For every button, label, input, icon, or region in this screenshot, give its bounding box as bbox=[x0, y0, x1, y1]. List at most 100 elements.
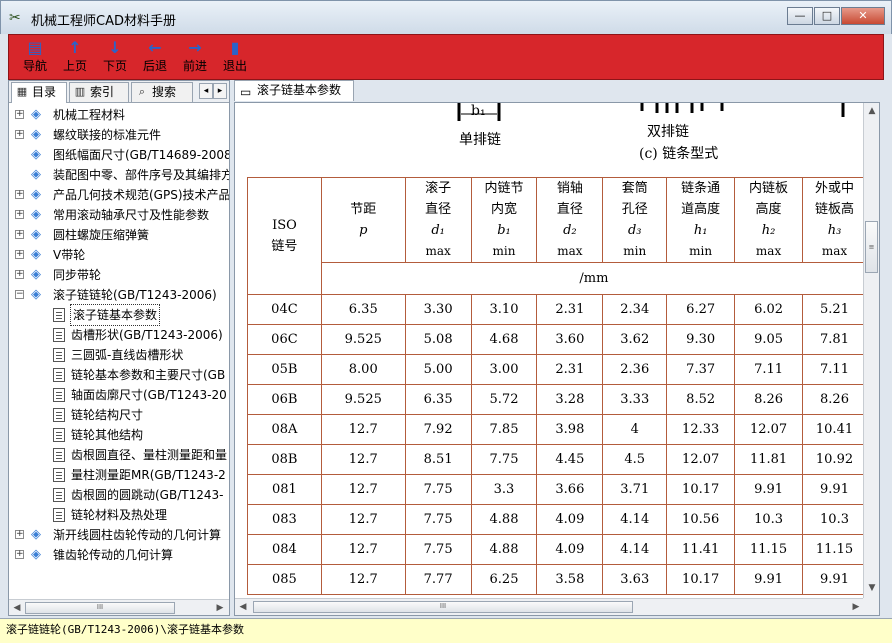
exit-label: 退出 bbox=[222, 59, 247, 73]
tree-item[interactable]: 链轮材料及热处理 bbox=[9, 505, 229, 525]
tab-contents[interactable]: ▦ 目录 bbox=[11, 82, 67, 103]
tree-item[interactable]: 链轮基本参数和主要尺寸(GB bbox=[9, 365, 229, 385]
expand-icon[interactable]: + bbox=[15, 130, 24, 139]
column-limit: min bbox=[623, 244, 647, 258]
forward-button[interactable]: → 前进 bbox=[175, 38, 215, 74]
tree-item[interactable]: − ◈ 滚子链链轮(GB/T1243-2006) bbox=[9, 285, 229, 305]
table-row: 08A 12.7 7.92 7.85 3.98 4 12.33 12.07 10.41 bbox=[247, 414, 867, 445]
expand-icon[interactable]: + bbox=[15, 550, 24, 559]
tree-item[interactable]: + ◈ 渐开线圆柱齿轮传动的几何计算 bbox=[9, 525, 229, 545]
value-cell: 5.08 bbox=[404, 324, 472, 355]
value-cell: 7.85 bbox=[470, 414, 538, 445]
column-symbol: h₁ bbox=[693, 223, 708, 238]
scroll-right-icon[interactable]: ▶ bbox=[213, 601, 227, 615]
tree-item-label: 链轮其他结构 bbox=[71, 428, 144, 442]
chain-number-cell: 084 bbox=[247, 534, 322, 565]
scroll-down-icon[interactable]: ▼ bbox=[865, 581, 879, 595]
tree-item[interactable]: 三圆弧-直线齿槽形状 bbox=[9, 345, 229, 365]
chain-number-cell: 06B bbox=[247, 384, 322, 415]
tree-item[interactable]: 链轮其他结构 bbox=[9, 425, 229, 445]
tab-next-button[interactable]: ▸ bbox=[213, 83, 227, 99]
expand-icon[interactable]: + bbox=[15, 270, 24, 279]
back-button[interactable]: ← 后退 bbox=[135, 38, 175, 74]
column-limit: max bbox=[755, 244, 782, 258]
value-cell: 8.52 bbox=[666, 384, 736, 415]
minimize-button[interactable]: — bbox=[787, 7, 813, 25]
tree-item[interactable]: 齿根圆的圆跳动(GB/T1243- bbox=[9, 485, 229, 505]
scroll-left-icon[interactable]: ◀ bbox=[236, 600, 250, 614]
scroll-left-icon[interactable]: ◀ bbox=[10, 601, 24, 615]
horizontal-scroll-thumb[interactable]: III bbox=[253, 601, 633, 613]
tab-index[interactable]: ▥ 索引 bbox=[69, 82, 129, 102]
expand-icon[interactable]: + bbox=[15, 110, 24, 119]
value-cell: 12.07 bbox=[666, 444, 736, 475]
tree-item[interactable]: + ◈ 同步带轮 bbox=[9, 265, 229, 285]
value-cell: 11.15 bbox=[734, 534, 804, 565]
page-icon bbox=[53, 348, 65, 362]
scroll-thumb[interactable]: III bbox=[25, 602, 175, 614]
column-title: ISO 链号 bbox=[271, 218, 298, 254]
exit-button[interactable]: ▮ 退出 bbox=[215, 38, 255, 74]
value-cell: 2.36 bbox=[602, 354, 668, 385]
tree-item[interactable]: + ◈ 锥齿轮传动的几何计算 bbox=[9, 545, 229, 565]
tab-prev-button[interactable]: ◂ bbox=[199, 83, 213, 99]
collapse-icon[interactable]: − bbox=[15, 290, 24, 299]
table-row: 08B 12.7 8.51 7.75 4.45 4.5 12.07 11.81 10.92 bbox=[247, 444, 867, 475]
tree-item[interactable]: + ◈ 常用滚动轴承尺寸及性能参数 bbox=[9, 205, 229, 225]
tree-item[interactable]: 滚子链基本参数 bbox=[9, 304, 229, 326]
nav-icon: ▤ bbox=[27, 38, 43, 57]
tree-item[interactable]: + ◈ 机械工程材料 bbox=[9, 105, 229, 125]
document-horizontal-scrollbar[interactable]: ◀ III ▶ bbox=[235, 598, 865, 615]
value-cell: 7.92 bbox=[404, 414, 472, 445]
tree-horizontal-scrollbar[interactable]: ◀ III ▶ bbox=[9, 599, 229, 615]
expand-icon[interactable]: + bbox=[15, 530, 24, 539]
maximize-button[interactable]: □ bbox=[814, 7, 840, 25]
prev-page-button[interactable]: ↑ 上页 bbox=[55, 38, 95, 74]
single-row-chain-label: 单排链 bbox=[459, 132, 501, 148]
tab-content-topic[interactable]: ▭ 滚子链基本参数 bbox=[234, 80, 354, 101]
table-row: 084 12.7 7.75 4.88 4.09 4.14 11.41 11.15 11.15 bbox=[247, 534, 867, 565]
tree-item[interactable]: + ◈ V带轮 bbox=[9, 245, 229, 265]
expand-icon[interactable]: + bbox=[15, 210, 24, 219]
column-title: 链条通 道高度 bbox=[681, 181, 721, 217]
column-title: 滚子 直径 bbox=[425, 181, 452, 217]
chain-number-cell: 08B bbox=[247, 444, 322, 475]
expand-icon[interactable]: + bbox=[15, 190, 24, 199]
vertical-scroll-thumb[interactable]: ≡ bbox=[865, 221, 878, 273]
tab-search[interactable]: ⌕ 搜索 bbox=[131, 82, 193, 102]
value-cell: 9.525 bbox=[320, 324, 406, 355]
document-vertical-scrollbar[interactable]: ▲ ≡ ▼ bbox=[863, 103, 879, 599]
page-icon bbox=[53, 508, 65, 522]
tree-item-label: 轴面齿廓尺寸(GB/T1243-20 bbox=[71, 388, 227, 402]
tree-item[interactable]: + ◈ 产品几何技术规范(GPS)技术产品 bbox=[9, 185, 229, 205]
close-button[interactable]: ✕ bbox=[841, 7, 885, 25]
next-page-button[interactable]: ↓ 下页 bbox=[95, 38, 135, 74]
tree-item-label: 渐开线圆柱齿轮传动的几何计算 bbox=[53, 528, 222, 542]
expand-icon[interactable]: + bbox=[15, 230, 24, 239]
scrollbar-corner bbox=[863, 598, 879, 615]
tree-item[interactable]: + ◈ 螺纹联接的标准元件 bbox=[9, 125, 229, 145]
tree-item-label: 齿根圆的圆跳动(GB/T1243- bbox=[71, 488, 224, 502]
column-header: 滚子 直径 d₁ max bbox=[404, 177, 472, 263]
book-icon: ◈ bbox=[31, 167, 41, 182]
page-icon bbox=[53, 448, 65, 462]
page-icon bbox=[53, 328, 65, 342]
tree-item[interactable]: ◈ 图纸幅面尺寸(GB/T14689-2008 bbox=[9, 145, 229, 165]
chain-number-cell: 04C bbox=[247, 294, 322, 325]
expand-icon[interactable]: + bbox=[15, 250, 24, 259]
title-bar: ✂ 机械工程师CAD材料手册 — □ ✕ bbox=[0, 0, 892, 34]
nav-button[interactable]: ▤ 导航 bbox=[15, 38, 55, 74]
tree-item[interactable]: 链轮结构尺寸 bbox=[9, 405, 229, 425]
page-icon bbox=[53, 488, 65, 502]
scroll-up-icon[interactable]: ▲ bbox=[865, 104, 879, 118]
tree-item-label: V带轮 bbox=[53, 248, 86, 262]
tree-item[interactable]: 齿根圆直径、量柱测量距和量 bbox=[9, 445, 229, 465]
tree-item-label: 三圆弧-直线齿槽形状 bbox=[71, 348, 184, 362]
tree-item[interactable]: 齿槽形状(GB/T1243-2006) bbox=[9, 325, 229, 345]
nav-tabs: ▦ 目录 ▥ 索引 ⌕ 搜索 ◂ ▸ bbox=[9, 81, 229, 103]
tree-item[interactable]: ◈ 装配图中零、部件序号及其编排方 bbox=[9, 165, 229, 185]
tree-item[interactable]: + ◈ 圆柱螺旋压缩弹簧 bbox=[9, 225, 229, 245]
tree-item[interactable]: 量柱测量距MR(GB/T1243-2 bbox=[9, 465, 229, 485]
tree-item[interactable]: 轴面齿廓尺寸(GB/T1243-20 bbox=[9, 385, 229, 405]
scroll-right-icon[interactable]: ▶ bbox=[849, 600, 863, 614]
